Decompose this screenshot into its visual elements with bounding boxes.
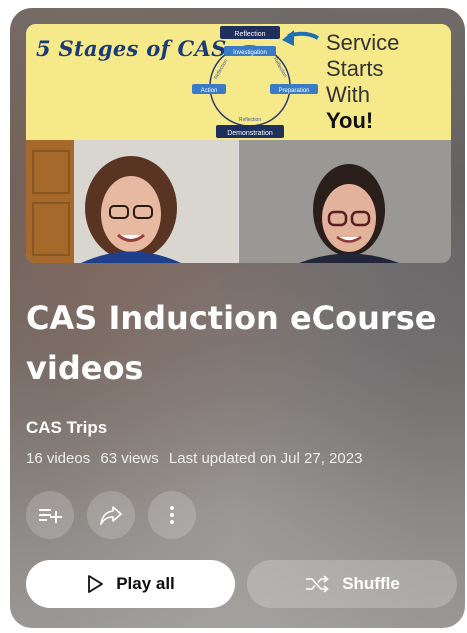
stage-reflection-top: Reflection xyxy=(234,31,265,38)
playlist-meta: 16 videos 63 views Last updated on Jul 2… xyxy=(26,450,368,467)
channel-name[interactable]: CAS Trips xyxy=(26,418,107,438)
stage-preparation: Preparation xyxy=(278,88,309,94)
stage-reflection-left: Reflection xyxy=(213,58,229,80)
thumbnail-banner: 5 Stages of CAS Reflection Investigation… xyxy=(26,24,451,140)
view-count: 63 views xyxy=(100,450,159,467)
video-participant-left xyxy=(26,140,238,263)
person-right-image xyxy=(239,140,451,263)
more-vertical-icon xyxy=(170,506,174,524)
cas-cycle-diagram: Reflection Investigation Action Preparat… xyxy=(192,26,319,138)
shuffle-button[interactable]: Shuffle xyxy=(247,560,457,608)
stage-demonstration: Demonstration xyxy=(227,130,273,137)
playlist-title: CAS Induction eCourse videos xyxy=(26,299,437,387)
banner-line-3: With xyxy=(326,82,370,107)
banner-right-text: Service Starts With You! xyxy=(326,30,399,134)
person-left-image xyxy=(81,156,181,263)
video-count: 16 videos xyxy=(26,450,91,467)
play-all-label: Play all xyxy=(116,574,175,593)
more-options-button[interactable] xyxy=(148,491,196,539)
shuffle-label: Shuffle xyxy=(342,574,400,593)
stage-reflection-bottom: Reflection xyxy=(239,117,261,123)
shuffle-icon xyxy=(304,574,330,594)
share-icon xyxy=(100,506,122,525)
video-participant-right xyxy=(239,140,451,263)
save-playlist-button[interactable] xyxy=(26,491,74,539)
banner-line-4: You! xyxy=(326,108,374,133)
stage-action: Action xyxy=(201,88,218,94)
banner-line-2: Starts xyxy=(326,56,384,81)
playlist-add-icon xyxy=(39,509,62,523)
share-button[interactable] xyxy=(87,491,135,539)
playlist-thumbnail[interactable]: 5 Stages of CAS Reflection Investigation… xyxy=(26,24,451,263)
banner-line-1: Service xyxy=(326,30,400,55)
play-all-button[interactable]: Play all xyxy=(26,560,235,608)
playlist-header-card: 5 Stages of CAS Reflection Investigation… xyxy=(10,8,465,628)
last-updated: Last updated on Jul 27, 2023 xyxy=(168,450,363,467)
stage-investigation: Investigation xyxy=(233,50,267,56)
play-icon xyxy=(86,574,104,594)
